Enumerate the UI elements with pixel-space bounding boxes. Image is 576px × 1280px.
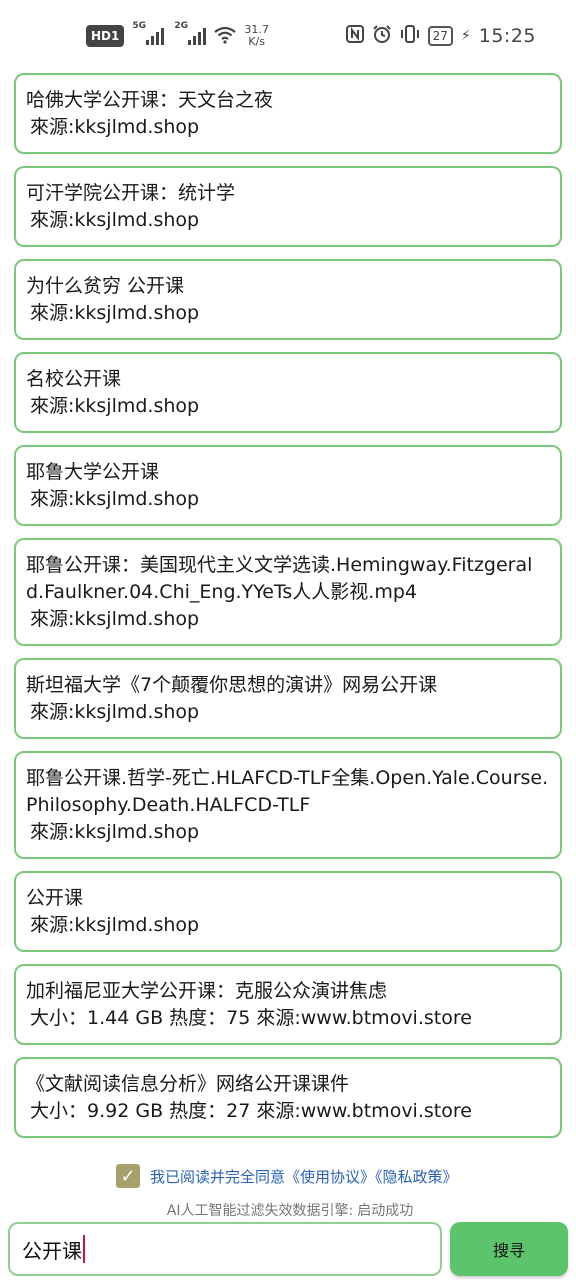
result-card[interactable]: 耶鲁公开课：美国现代主义文学选读.Hemingway.Fitzgerald.Fa… <box>14 538 562 646</box>
result-source: 大小：9.92 GB 热度：27 來源:www.btmovi.store <box>30 1100 472 1122</box>
search-button[interactable]: 搜寻 <box>450 1222 568 1276</box>
result-source: 來源:kksjlmd.shop <box>30 701 200 723</box>
result-card[interactable]: 哈佛大学公开课：天文台之夜來源:kksjlmd.shop <box>14 73 562 154</box>
result-title: 《文献阅读信息分析》网络公开课课件 <box>26 1073 350 1095</box>
result-title: 哈佛大学公开课：天文台之夜 <box>26 89 274 111</box>
result-card[interactable]: 可汗学院公开课：统计学來源:kksjlmd.shop <box>14 166 562 247</box>
clock: 15:25 <box>478 25 536 47</box>
result-source: 來源:kksjlmd.shop <box>30 209 200 231</box>
result-source: 來源:kksjlmd.shop <box>30 914 200 936</box>
result-source: 來源:kksjlmd.shop <box>30 395 200 417</box>
agreement-link-text[interactable]: 我已阅读并完全同意《使用协议》《隐私政策》 <box>150 1166 458 1187</box>
signal-5g-icon: 5G <box>132 21 165 45</box>
result-card[interactable]: 公开课來源:kksjlmd.shop <box>14 871 562 952</box>
result-source: 來源:kksjlmd.shop <box>30 821 200 843</box>
wifi-icon <box>214 26 237 47</box>
hd-icon: HD 1 <box>86 25 125 47</box>
agreement-checkbox[interactable]: ✓ <box>116 1164 140 1188</box>
result-card[interactable]: 《文献阅读信息分析》网络公开课课件大小：9.92 GB 热度：27 來源:www… <box>14 1057 562 1138</box>
result-source: 來源:kksjlmd.shop <box>30 488 200 510</box>
alarm-icon <box>372 24 392 49</box>
result-title: 可汗学院公开课：统计学 <box>26 182 236 204</box>
result-card[interactable]: 为什么贫穷 公开课來源:kksjlmd.shop <box>14 259 562 340</box>
result-title: 耶鲁大学公开课 <box>26 461 160 483</box>
result-source: 來源:kksjlmd.shop <box>30 116 200 138</box>
search-bar: 公开课 搜寻 <box>8 1222 568 1276</box>
engine-status-label: AI人工智能过滤失效数据引擎: <box>166 1203 354 1219</box>
status-bar: HD 1 5G 2G 31.7 K/s 27 ⚡ 15:25 <box>0 0 576 72</box>
result-title: 名校公开课 <box>26 368 122 390</box>
result-title: 加利福尼亚大学公开课：克服公众演讲焦虑 <box>26 980 388 1002</box>
result-card[interactable]: 斯坦福大学《7个颠覆你思想的演讲》网易公开课來源:kksjlmd.shop <box>14 658 562 739</box>
result-title: 耶鲁公开课.哲学-死亡.HLAFCD-TLF全集.Open.Yale.Cours… <box>26 767 549 816</box>
text-caret <box>83 1235 85 1263</box>
result-source: 大小：1.44 GB 热度：75 來源:www.btmovi.store <box>30 1007 472 1029</box>
status-bar-right: 27 ⚡ 15:25 <box>345 24 536 49</box>
result-card[interactable]: 耶鲁公开课.哲学-死亡.HLAFCD-TLF全集.Open.Yale.Cours… <box>14 751 562 859</box>
result-card[interactable]: 加利福尼亚大学公开课：克服公众演讲焦虑大小：1.44 GB 热度：75 來源:w… <box>14 964 562 1045</box>
result-title: 为什么贫穷 公开课 <box>26 275 185 297</box>
result-source: 來源:kksjlmd.shop <box>30 302 200 324</box>
network-speed: 31.7 K/s <box>244 23 269 48</box>
engine-status: AI人工智能过滤失效数据引擎: 启动成功 <box>0 1200 576 1220</box>
results-list[interactable]: 哈佛大学公开课：天文台之夜 來源:kksjlmd.shop 可汗学院公开课：统计学來… <box>14 73 562 1143</box>
charging-icon: ⚡ <box>460 28 471 44</box>
checkmark-icon: ✓ <box>120 1165 136 1187</box>
result-title: 公开课 <box>26 887 84 909</box>
search-input[interactable]: 公开课 <box>8 1222 442 1276</box>
nfc-icon <box>345 24 364 48</box>
result-card[interactable]: 耶鲁大学公开课來源:kksjlmd.shop <box>14 445 562 526</box>
battery-icon: 27 <box>427 26 453 46</box>
result-card[interactable]: 名校公开课來源:kksjlmd.shop <box>14 352 562 433</box>
result-source: 來源:kksjlmd.shop <box>30 608 200 630</box>
status-bar-left: HD 1 5G 2G 31.7 K/s <box>86 21 269 48</box>
search-input-value: 公开课 <box>22 1238 82 1263</box>
engine-status-value: 启动成功 <box>357 1203 414 1219</box>
agreement-row[interactable]: ✓ 我已阅读并完全同意《使用协议》《隐私政策》 <box>116 1164 458 1188</box>
vibrate-icon <box>400 24 420 48</box>
result-title: 耶鲁公开课：美国现代主义文学选读.Hemingway.Fitzgerald.Fa… <box>26 554 533 603</box>
result-title: 斯坦福大学《7个颠覆你思想的演讲》网易公开课 <box>26 674 438 696</box>
signal-2g-icon: 2G <box>174 21 207 45</box>
